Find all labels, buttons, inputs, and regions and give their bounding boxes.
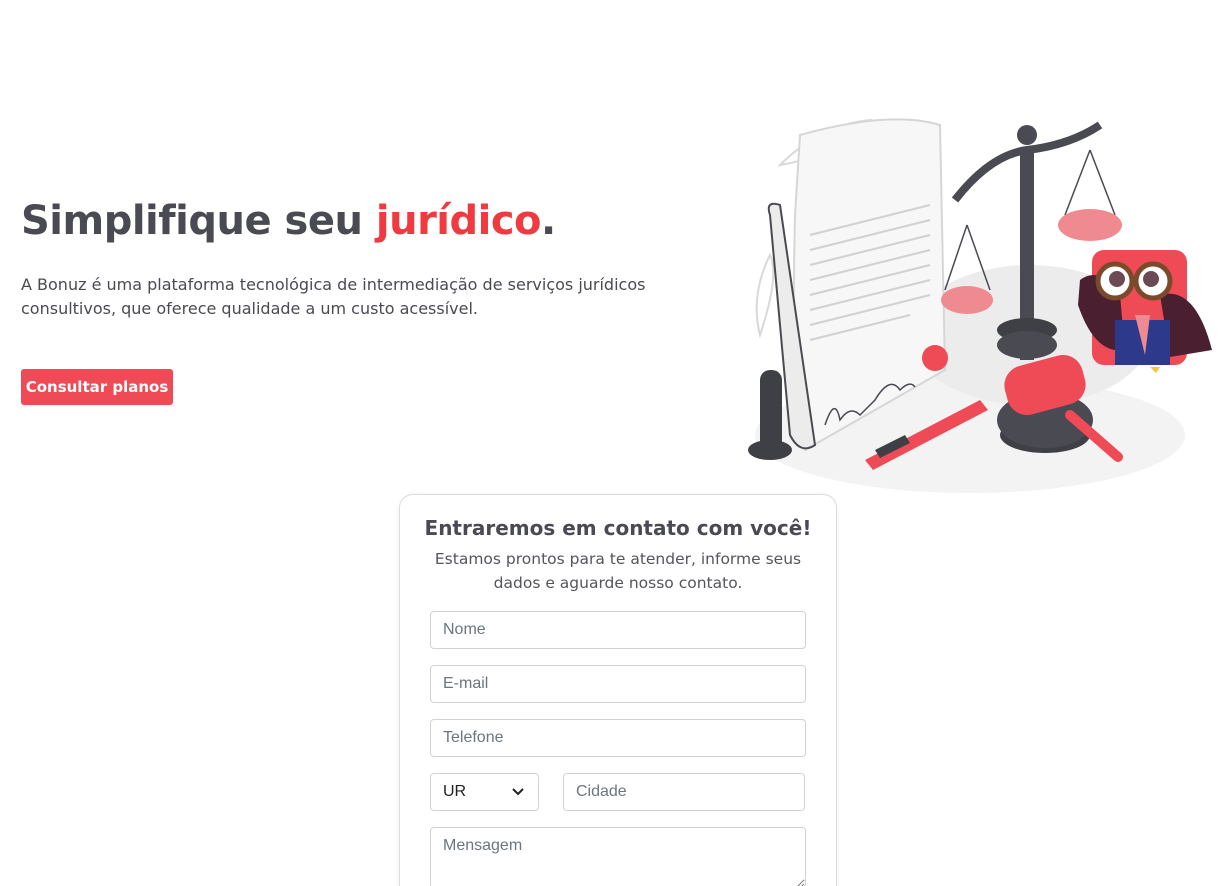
contact-form-subtitle: Estamos prontos para te atender, informe… bbox=[434, 550, 802, 592]
hero-title-accent: jurídico bbox=[375, 198, 542, 244]
state-select-value: UR bbox=[443, 783, 467, 800]
name-input[interactable] bbox=[430, 611, 806, 649]
hero-title-end: . bbox=[541, 198, 556, 244]
city-input[interactable] bbox=[563, 773, 805, 811]
contact-form-card: Entraremos em contato com você! Estamos … bbox=[399, 494, 837, 886]
state-select[interactable]: UR bbox=[430, 773, 539, 811]
legal-illustration bbox=[748, 118, 1212, 493]
phone-input[interactable] bbox=[430, 719, 806, 757]
hero-title: Simplifique seu jurídico. bbox=[21, 198, 556, 244]
contact-form-title: Entraremos em contato com você! bbox=[424, 516, 812, 540]
email-input[interactable] bbox=[430, 665, 806, 703]
hero-subtitle: A Bonuz é uma plataforma tecnológica de … bbox=[21, 275, 646, 318]
consultar-planos-button[interactable]: Consultar planos bbox=[21, 369, 173, 405]
hero-title-main: Simplifique seu bbox=[21, 198, 376, 244]
chevron-down-icon bbox=[512, 788, 524, 796]
message-textarea[interactable] bbox=[430, 827, 806, 886]
